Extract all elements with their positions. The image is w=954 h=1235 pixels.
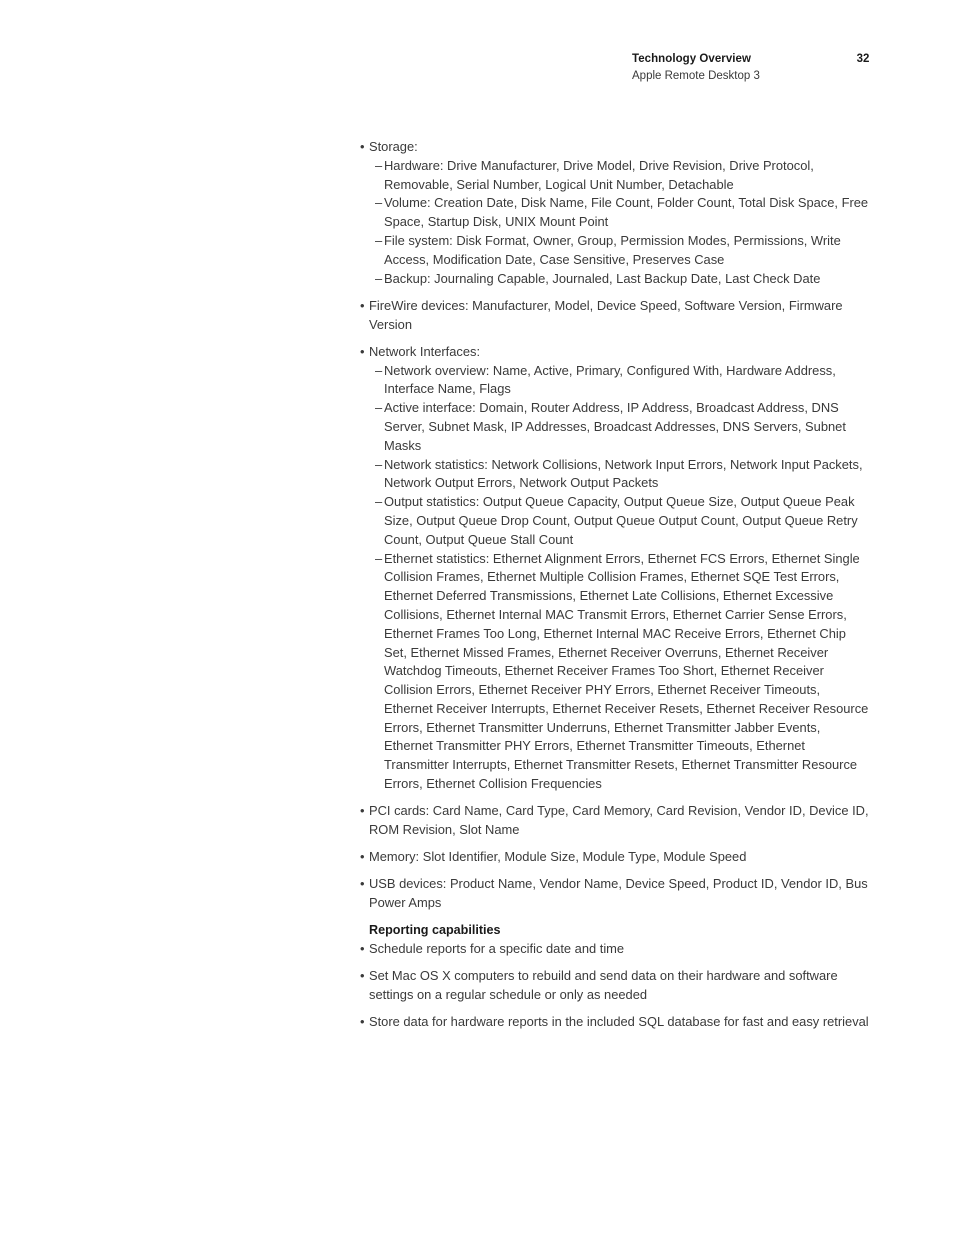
list-item-label: Memory: Slot Identifier, Module Size, Mo… bbox=[369, 849, 747, 865]
bullet-icon: • bbox=[360, 297, 365, 313]
dash-icon: – bbox=[375, 400, 383, 416]
list-item-label: Storage: bbox=[369, 139, 418, 154]
list-item-rebuild-send-data: • Set Mac OS X computers to rebuild and … bbox=[360, 967, 872, 1005]
list-item-storage: • Storage: bbox=[360, 138, 872, 157]
list-item-memory: • Memory: Slot Identifier, Module Size, … bbox=[360, 848, 872, 867]
list-item-label: Network overview: Name, Active, Primary,… bbox=[384, 362, 836, 397]
bullet-icon: • bbox=[360, 343, 365, 359]
list-item-label: Network statistics: Network Collisions, … bbox=[384, 456, 863, 491]
list-item: – Output statistics: Output Queue Capaci… bbox=[360, 493, 872, 549]
dash-icon: – bbox=[375, 232, 383, 248]
list-item: – Network statistics: Network Collisions… bbox=[360, 456, 872, 494]
list-item: – File system: Disk Format, Owner, Group… bbox=[360, 232, 872, 270]
dash-icon: – bbox=[375, 195, 383, 211]
list-item-schedule-reports: • Schedule reports for a specific date a… bbox=[360, 940, 872, 959]
list-item: – Volume: Creation Date, Disk Name, File… bbox=[360, 194, 872, 232]
list-item-label: Active interface: Domain, Router Address… bbox=[384, 400, 846, 453]
list-item-usb-devices: • USB devices: Product Name, Vendor Name… bbox=[360, 875, 872, 913]
header-title: Technology Overview bbox=[632, 53, 751, 65]
list-item-pci-cards: • PCI cards: Card Name, Card Type, Card … bbox=[360, 802, 872, 840]
list-item: – Active interface: Domain, Router Addre… bbox=[360, 399, 872, 455]
list-item-network-interfaces: • Network Interfaces: bbox=[360, 343, 872, 362]
list-item: – Network overview: Name, Active, Primar… bbox=[360, 362, 872, 400]
bullet-icon: • bbox=[360, 1014, 365, 1030]
bullet-icon: • bbox=[360, 876, 365, 892]
list-item-label: FireWire devices: Manufacturer, Model, D… bbox=[369, 297, 843, 332]
list-item-label: Backup: Journaling Capable, Journaled, L… bbox=[384, 270, 821, 286]
storage-sublist: – Hardware: Drive Manufacturer, Drive Mo… bbox=[360, 157, 872, 289]
list-item-label: Volume: Creation Date, Disk Name, File C… bbox=[384, 195, 869, 230]
document-page: Technology Overview Apple Remote Desktop… bbox=[0, 0, 954, 1235]
bullet-icon: • bbox=[360, 803, 365, 819]
running-header: Technology Overview Apple Remote Desktop… bbox=[632, 52, 872, 84]
list-item: – Backup: Journaling Capable, Journaled,… bbox=[360, 270, 872, 289]
list-item-label: Ethernet statistics: Ethernet Alignment … bbox=[384, 550, 869, 792]
list-item-label: Output statistics: Output Queue Capacity… bbox=[384, 494, 858, 547]
list-item: – Hardware: Drive Manufacturer, Drive Mo… bbox=[360, 157, 872, 195]
bullet-icon: • bbox=[360, 139, 365, 154]
dash-icon: – bbox=[375, 494, 383, 510]
dash-icon: – bbox=[375, 270, 383, 286]
list-item-label: PCI cards: Card Name, Card Type, Card Me… bbox=[369, 803, 869, 838]
list-item-label: Set Mac OS X computers to rebuild and se… bbox=[369, 968, 838, 1003]
network-sublist: – Network overview: Name, Active, Primar… bbox=[360, 362, 872, 794]
bullet-icon: • bbox=[360, 849, 365, 865]
list-item-label: Store data for hardware reports in the i… bbox=[369, 1014, 869, 1030]
header-subtitle: Apple Remote Desktop 3 bbox=[632, 70, 760, 82]
section-heading-reporting-capabilities: Reporting capabilities bbox=[369, 923, 501, 938]
dash-icon: – bbox=[375, 362, 383, 378]
list-item-label: USB devices: Product Name, Vendor Name, … bbox=[369, 876, 868, 911]
dash-icon: – bbox=[375, 157, 383, 173]
dash-icon: – bbox=[375, 550, 383, 566]
list-item-label: File system: Disk Format, Owner, Group, … bbox=[384, 232, 841, 267]
list-item-label: Schedule reports for a specific date and… bbox=[369, 941, 625, 957]
list-item-sql-database-storage: • Store data for hardware reports in the… bbox=[360, 1013, 872, 1032]
list-item-label: Network Interfaces: bbox=[369, 343, 481, 359]
dash-icon: – bbox=[375, 456, 383, 472]
bullet-icon: • bbox=[360, 968, 365, 984]
bullet-icon: • bbox=[360, 941, 365, 957]
list-item-label: Hardware: Drive Manufacturer, Drive Mode… bbox=[384, 157, 814, 192]
list-item: – Ethernet statistics: Ethernet Alignmen… bbox=[360, 550, 872, 794]
page-body: • Storage: – Hardware: Drive Manufacture… bbox=[360, 138, 872, 1041]
page-number: 32 bbox=[856, 53, 870, 65]
list-item-firewire: • FireWire devices: Manufacturer, Model,… bbox=[360, 297, 872, 335]
